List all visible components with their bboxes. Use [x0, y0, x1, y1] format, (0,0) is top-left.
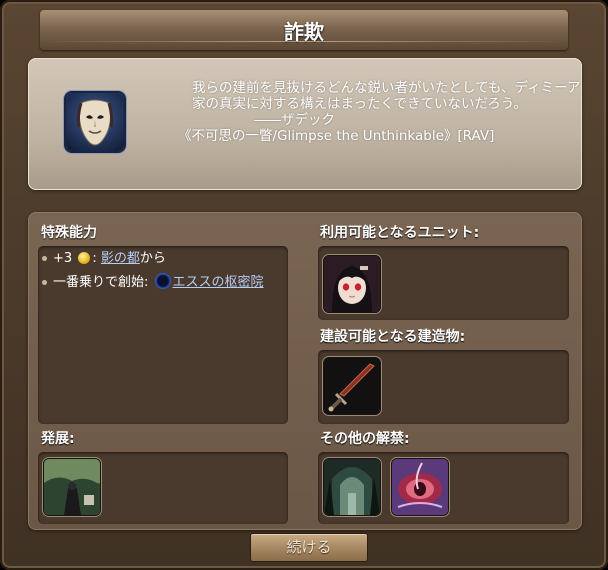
cloaked-figure-scene[interactable]	[44, 459, 100, 515]
development-graphic	[44, 459, 100, 515]
forest-archway-graphic	[324, 459, 380, 515]
mask-icon-graphic	[76, 99, 114, 146]
buildings-heading: 建設可能となる建造物:	[320, 329, 466, 345]
dagger-icon[interactable]	[324, 358, 380, 414]
other-unlocks-heading: その他の解禁:	[320, 431, 410, 447]
esses-privy-council-link[interactable]: エススの枢密院	[173, 275, 264, 290]
title-bar: 詐欺	[40, 10, 568, 50]
flavor-line-1: 我らの建前を見抜けるどんな鋭い者がいたとしても、ディミーア	[192, 80, 581, 96]
shadow-city-link[interactable]: 影の都	[101, 251, 140, 266]
ability-1-prefix: +3	[53, 251, 73, 266]
crimson-eye-icon[interactable]	[392, 459, 448, 515]
red-eyed-girl-portrait[interactable]	[324, 256, 380, 312]
unit-portrait-graphic	[324, 256, 380, 312]
ability-1-separator: :	[92, 251, 97, 266]
forest-archway-scene[interactable]	[324, 459, 380, 515]
continue-button[interactable]: 続ける	[250, 533, 368, 562]
development-heading: 発展:	[41, 431, 75, 447]
mask-icon	[66, 93, 124, 151]
abilities-heading: 特殊能力	[41, 225, 97, 241]
units-heading: 利用可能となるユニット:	[320, 225, 480, 241]
ability-2-prefix: 一番乗りで創始:	[53, 275, 149, 290]
flavor-attribution: ――ザデック	[254, 112, 335, 128]
flavor-line-2: 家の真実に対する構えはまったくできていないだろう。	[192, 96, 527, 112]
crimson-eye-graphic	[392, 459, 448, 515]
ability-1-suffix: から	[139, 251, 166, 266]
ability-item-2: 一番乗りで創始: エススの枢密院	[42, 273, 264, 292]
dagger-graphic	[324, 358, 380, 414]
bullet-icon	[42, 256, 47, 261]
bullet-icon	[42, 280, 47, 285]
city-badge-icon	[154, 273, 171, 289]
ability-item-1: +3 : 影の都から	[42, 250, 166, 268]
flavor-text: 我らの建前を見抜けるどんな鋭い者がいたとしても、ディミーア 家の真実に対する構え…	[150, 80, 581, 144]
flavor-source: 《不可思の一瞥/Glimpse the Unthinkable》[RAV]	[178, 128, 495, 144]
title-divider	[40, 41, 568, 42]
coin-icon	[78, 252, 91, 264]
